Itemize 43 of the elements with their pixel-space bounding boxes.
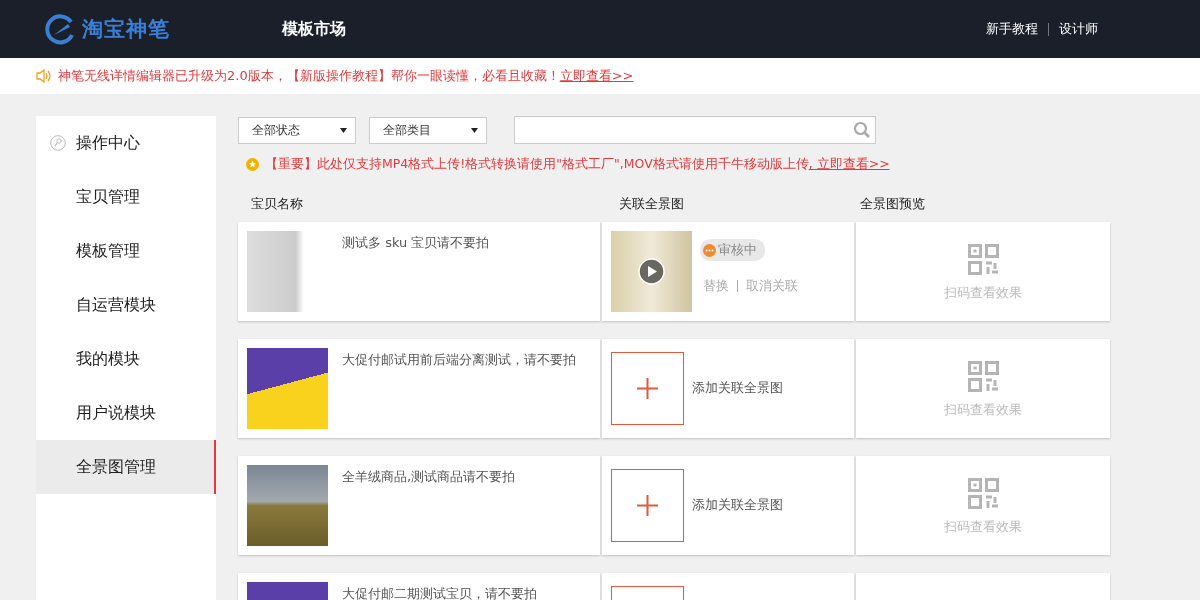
wrench-icon [50, 135, 66, 151]
add-button[interactable] [611, 469, 684, 542]
filter-dropdown[interactable]: 全部类目 [369, 116, 487, 144]
search-icon [853, 121, 871, 139]
item-title: 大促付邮二期测试宝贝，请不要拍 [342, 585, 537, 600]
sidebar-item[interactable]: 模板管理 [36, 224, 216, 278]
notice-text: 神笔无线详情编辑器已升级为2.0版本，【新版操作教程】帮你一眼读懂，必看且收藏！立即查看>> [58, 67, 634, 85]
qr-code-icon [967, 361, 999, 392]
caret-icon [471, 127, 478, 133]
sidebar-item[interactable]: 用户说模块 [36, 386, 216, 440]
item-title: 大促付邮试用前后端分离测试，请不要拍 [342, 351, 576, 369]
status-badge: 审核中 [700, 239, 765, 261]
add-button[interactable] [611, 352, 684, 425]
column-header: 宝贝名称 [250, 195, 304, 213]
pending-icon [703, 243, 716, 257]
header-link[interactable]: 设计师 [1059, 20, 1098, 38]
speaker-icon [36, 69, 52, 83]
column-header: 关联全景图 [618, 195, 685, 213]
qr-code-icon [967, 478, 999, 509]
plus-icon [637, 378, 658, 399]
item-title: 测试多 sku 宝贝请不要拍 [342, 234, 490, 252]
logo-icon [44, 13, 76, 45]
search-field[interactable] [514, 116, 876, 144]
qr-code-icon [967, 244, 999, 275]
add-label: 添加关联全景图 [692, 380, 783, 397]
sidebar-item[interactable]: 我的模块 [36, 332, 216, 386]
warning-text: 【重要】此处仅支持MP4格式上传!格式转换请使用"格式工厂",MOV格式请使用千牛移动版上传, 立即查看>> [265, 156, 890, 173]
notice-link[interactable]: 立即查看>> [559, 68, 634, 83]
add-label: 添加关联全景图 [692, 497, 783, 514]
item-title: 全羊绒商品,测试商品请不要拍 [342, 468, 516, 486]
caret-icon [340, 127, 347, 133]
sidebar-item[interactable]: 操作中心 [36, 116, 216, 170]
filter-dropdown[interactable]: 全部状态 [238, 116, 356, 144]
sidebar-item[interactable]: 全景图管理 [36, 440, 216, 494]
sidebar-item[interactable]: 宝贝管理 [36, 170, 216, 224]
play-icon[interactable] [638, 258, 665, 285]
column-header: 全景图预览 [860, 195, 925, 213]
page-title: 模板市场 [282, 18, 347, 40]
star-icon [246, 158, 259, 171]
logo-text: 淘宝神笔 [82, 16, 170, 43]
plus-icon [637, 495, 658, 516]
header-link[interactable]: 新手教程 [986, 20, 1038, 38]
sidebar-item[interactable]: 自运营模块 [36, 278, 216, 332]
